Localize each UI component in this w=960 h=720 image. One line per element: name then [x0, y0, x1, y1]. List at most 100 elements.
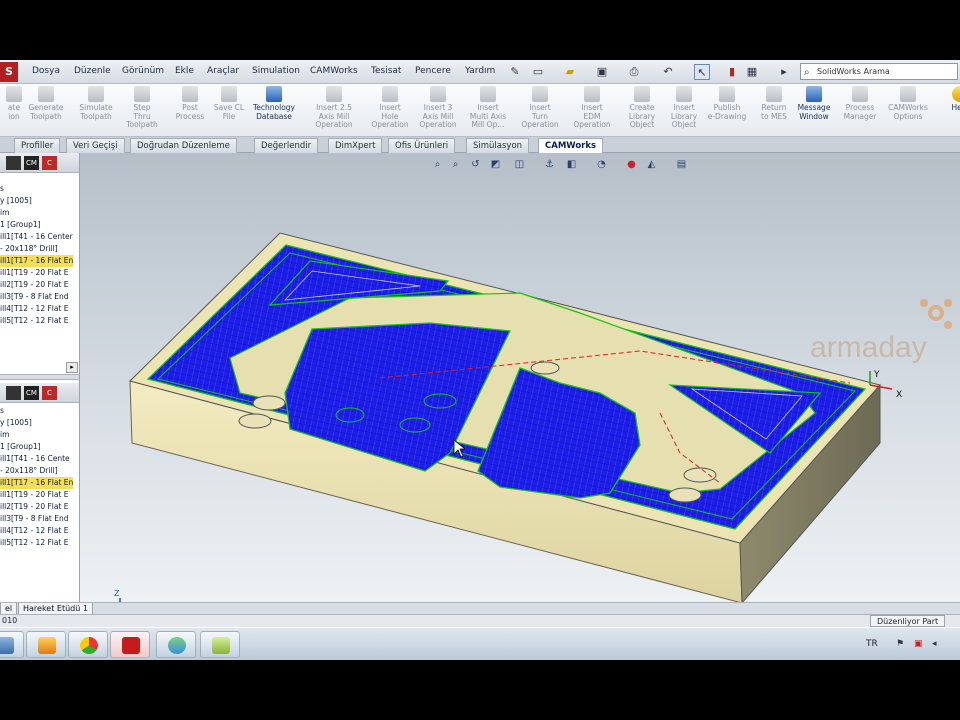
taskbar-solidworks[interactable] — [110, 631, 150, 658]
tree-item[interactable]: ill5[T12 - 12 Flat E — [0, 315, 69, 327]
ribbon-button-18[interactable]: Process Manager — [836, 86, 884, 121]
tree-item[interactable]: ill5[T12 - 12 Flat E — [0, 537, 69, 549]
tray-volume-icon[interactable]: ◂ — [932, 639, 937, 649]
tray-alert-icon[interactable]: ▣ — [914, 639, 923, 649]
tree-item[interactable]: ill2[T19 - 20 Flat E — [0, 501, 69, 513]
ribbon-button-20[interactable]: Help — [936, 86, 960, 113]
cam-feature-tab-icon-2[interactable]: CM — [24, 386, 39, 400]
ribbon-button-15[interactable]: Publish e-Drawing — [703, 86, 751, 121]
menu-duzenle[interactable]: Düzenle — [74, 66, 111, 76]
menu-pencere[interactable]: Pencere — [415, 66, 451, 76]
origin-y-label: Y — [873, 370, 880, 380]
tree-item[interactable]: s — [0, 405, 4, 417]
tree-item[interactable]: - 20x118° Drill] — [0, 465, 58, 477]
taskbar-messenger[interactable] — [156, 631, 196, 658]
tree-item[interactable]: ill1[T17 - 16 Flat En — [0, 255, 74, 267]
ribbon-button-11[interactable]: Insert Turn Operation — [516, 86, 564, 130]
tree-item[interactable]: ill2[T19 - 20 Flat E — [0, 279, 69, 291]
taskbar-start-area[interactable] — [0, 631, 24, 658]
step-icon — [134, 86, 150, 102]
panel-splitter[interactable] — [0, 374, 79, 380]
new-document-icon[interactable]: ▭ — [530, 64, 546, 80]
save-icon[interactable]: ▣ — [594, 64, 610, 80]
tree-item[interactable]: ill4[T12 - 12 Flat E — [0, 303, 69, 315]
select-pointer-icon[interactable]: ↖ — [694, 64, 710, 80]
cam-operation-tab-icon-2[interactable]: C — [42, 386, 57, 400]
ribbon-button-2[interactable]: Simulate Toolpath — [72, 86, 120, 121]
ribbon-button-5[interactable]: Save CL File — [205, 86, 253, 121]
menu-araclar[interactable]: Araçlar — [207, 66, 239, 76]
tab-veri-gecisi[interactable]: Veri Geçişi — [66, 138, 125, 153]
tree-item[interactable]: im — [0, 207, 9, 219]
windows-taskbar: TR ⚑ ▣ ◂ — [0, 627, 960, 660]
menu-dosya[interactable]: Dosya — [32, 66, 60, 76]
ribbon-button-label: Window — [799, 111, 829, 121]
tab-degerlendir[interactable]: Değerlendir — [254, 138, 319, 153]
cam-operation-tab-icon[interactable]: C — [42, 156, 57, 170]
menu-camworks[interactable]: CAMWorks — [310, 66, 358, 76]
undo-icon[interactable]: ↶ — [660, 64, 676, 80]
rebuild-icon[interactable]: ▮ — [724, 64, 740, 80]
menu-ekle[interactable]: Ekle — [175, 66, 194, 76]
tree-item[interactable]: ill3[T9 - 8 Flat End — [0, 513, 69, 525]
tab-dogrudan-duzenleme[interactable]: Doğrudan Düzenleme — [130, 138, 237, 153]
ribbon-button-14[interactable]: Insert Library Object — [660, 86, 708, 130]
ribbon-button-1[interactable]: Generate Toolpath — [22, 86, 70, 121]
status-editing-part: Düzenliyor Part — [870, 615, 946, 627]
tree-item[interactable]: 1 [Group1] — [0, 219, 41, 231]
menu-gorunum[interactable]: Görünüm — [122, 66, 164, 76]
more-arrow-icon[interactable]: ▸ — [776, 64, 792, 80]
tree-item[interactable]: ill1[T41 - 16 Cente — [0, 453, 70, 465]
tree-item[interactable]: ill1[T19 - 20 Flat E — [0, 267, 69, 279]
cam-feature-tab-icon[interactable]: CM — [24, 156, 39, 170]
tree-item[interactable]: ill4[T12 - 12 Flat E — [0, 525, 69, 537]
tab-camworks[interactable]: CAMWorks — [538, 138, 604, 153]
tree-item[interactable]: 1 [Group1] — [0, 441, 41, 453]
tree-item[interactable]: ill1[T41 - 16 Center — [0, 231, 73, 243]
taskbar-notes[interactable] — [200, 631, 240, 658]
tab-profiller[interactable]: Profiller — [14, 138, 61, 153]
tab-dimxpert[interactable]: DimXpert — [328, 138, 383, 153]
ribbon-button-12[interactable]: Insert EDM Operation — [568, 86, 616, 130]
status-left-text: 010 — [2, 616, 18, 625]
tree-item[interactable]: - 20x118° Drill] — [0, 243, 58, 255]
ribbon-button-19[interactable]: CAMWorks Options — [884, 86, 932, 121]
ribbon-button-8[interactable]: Insert Hole Operation — [366, 86, 414, 130]
language-indicator[interactable]: TR — [866, 639, 878, 649]
graphics-viewport[interactable]: ⌕ ⌕ ↺ ◩ ◫ ⚓ ◧ ◔ ● ◭ ▤ Y X Z armaday — [80, 153, 960, 602]
ribbon-button-9[interactable]: Insert 3 Axis Mill Operation — [414, 86, 462, 130]
ribbon-button-3[interactable]: Step Thru Toolpath — [118, 86, 166, 130]
solidworks-icon — [122, 637, 140, 654]
pin-icon[interactable]: ✎ — [507, 64, 523, 80]
ribbon-button-6[interactable]: Technology Database — [250, 86, 298, 121]
search-input[interactable]: ⌕ SolidWorks Arama — [800, 63, 958, 80]
taskbar-media-player[interactable] — [26, 631, 66, 658]
tray-network-icon[interactable]: ⚑ — [896, 639, 904, 649]
tree-item[interactable]: s — [0, 183, 4, 195]
tree-item[interactable]: y [1005] — [0, 417, 32, 429]
tree-item[interactable]: ill3[T9 - 8 Flat End — [0, 291, 69, 303]
taskbar-chrome[interactable] — [68, 631, 108, 658]
tab-simulasyon[interactable]: Simülasyon — [466, 138, 530, 153]
options-grid-icon[interactable]: ▦ — [744, 64, 760, 80]
menu-tesisat[interactable]: Tesisat — [371, 66, 401, 76]
solidworks-logo-icon[interactable]: S — [0, 62, 18, 82]
collapse-arrow-icon[interactable]: ▸ — [66, 362, 78, 373]
open-folder-icon[interactable]: ▰ — [562, 64, 578, 80]
feature-tree-tab-icon[interactable] — [6, 156, 21, 170]
tab-ofis-urunleri[interactable]: Ofis Ürünleri — [388, 138, 456, 153]
tree-item[interactable]: y [1005] — [0, 195, 32, 207]
ribbon-button-7[interactable]: Insert 2.5 Axis Mill Operation — [310, 86, 358, 130]
menu-simulation[interactable]: Simulation — [252, 66, 300, 76]
tree-item[interactable]: im — [0, 429, 9, 441]
tree-item[interactable]: ill1[T17 - 16 Flat En — [0, 477, 74, 489]
ribbon-button-13[interactable]: Create Library Object — [618, 86, 666, 130]
feature-tree-tab-icon-2[interactable] — [6, 386, 21, 400]
tree-item[interactable]: ill1[T19 - 20 Flat E — [0, 489, 69, 501]
ribbon-button-17[interactable]: Message Window — [790, 86, 838, 121]
command-tabs: Profiller Veri Geçişi Doğrudan Düzenleme… — [0, 137, 960, 153]
ribbon-button-10[interactable]: Insert Multi Axis Mill Op... — [464, 86, 512, 130]
print-icon[interactable]: ⎙ — [626, 64, 642, 80]
menu-yardim[interactable]: Yardım — [465, 66, 495, 76]
origin-x-label: X — [896, 390, 902, 400]
